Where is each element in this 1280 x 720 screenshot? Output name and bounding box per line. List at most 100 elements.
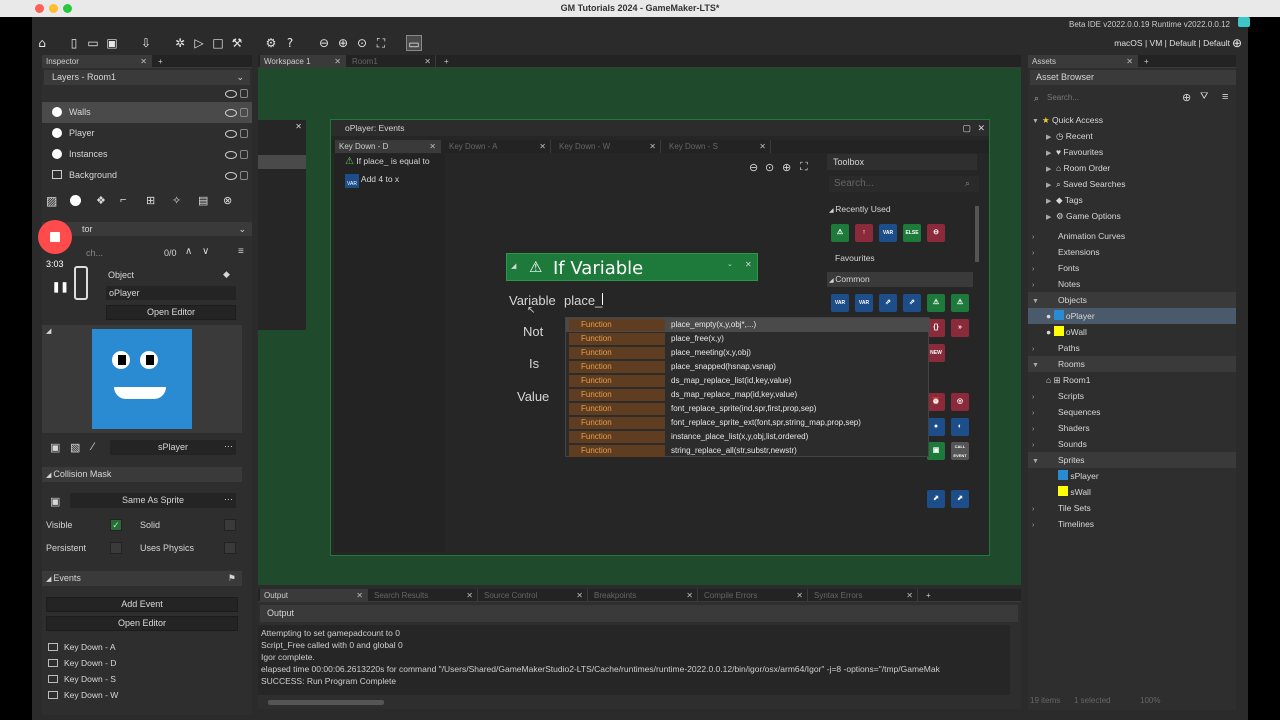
layer-row-player[interactable]: Player — [42, 123, 252, 144]
persistent-checkbox[interactable] — [110, 542, 122, 554]
search-next-icon[interactable]: ∨ — [202, 246, 209, 257]
tab-source-control[interactable]: Source Control ✕ — [480, 589, 588, 602]
collision-mask-field[interactable]: Same As Sprite — [70, 493, 236, 508]
zoom-in-icon[interactable]: ⊕ — [335, 35, 351, 51]
visible-checkbox[interactable]: ✓ — [110, 519, 122, 531]
add-event-button[interactable]: Add Event — [46, 597, 238, 612]
tree-item-splayer[interactable]: sPlayer — [1058, 468, 1099, 484]
output-scrollbar[interactable] — [268, 700, 384, 705]
layers-dropdown[interactable]: Layers - Room1 ⌄ — [44, 70, 250, 85]
more-icon[interactable]: ⋯ — [224, 494, 233, 505]
if-variable-node-header[interactable]: ◢ ⚠ If Variable ⌄ ✕ — [506, 253, 758, 281]
event-item[interactable]: Key Down - S — [48, 671, 116, 687]
add-tab-button[interactable]: + — [154, 55, 168, 68]
save-icon[interactable]: ▣ — [104, 35, 120, 51]
tab-assets[interactable]: Assets ✕ — [1028, 55, 1138, 68]
tab-key-down-d[interactable]: Key Down - D ✕ — [335, 140, 441, 153]
tab-workspace-1[interactable]: Workspace 1 ✕ — [260, 55, 346, 68]
fit-icon[interactable]: ⛶ — [800, 161, 808, 174]
autocomplete-item[interactable]: Function ds_map_replace_list(id,key,value… — [566, 374, 930, 388]
record-stop-button[interactable] — [38, 220, 72, 254]
else-icon[interactable]: ELSE — [903, 224, 921, 242]
debug-icon[interactable]: ✲ — [172, 35, 188, 51]
edit-sprite-icon[interactable]: ▣ — [50, 441, 60, 454]
tree-folder[interactable]: › Shaders — [1032, 420, 1090, 436]
jump-icon[interactable]: ⬈ — [951, 490, 969, 508]
chat-icon[interactable] — [1238, 17, 1250, 27]
call-event-icon[interactable]: CALL EVENT — [951, 442, 969, 460]
lock-icon[interactable] — [240, 108, 248, 117]
tree-item-oplayer[interactable]: ● oPlayer — [1028, 308, 1236, 324]
if-expression-icon[interactable]: ↑ — [855, 224, 873, 242]
timer-icon[interactable]: ◎ — [951, 393, 969, 411]
if-undefined-icon[interactable]: ⚠ — [951, 294, 969, 312]
events-header[interactable]: ◢ Events ⚑ — [42, 571, 242, 586]
new-sprite-icon[interactable]: ▧ — [70, 441, 80, 454]
home-icon[interactable]: ⌂ — [34, 35, 50, 51]
autocomplete-item[interactable]: Function font_replace_sprite(ind,spr,firs… — [566, 402, 930, 416]
tree-saved-searches[interactable]: ▶ ⌕ Saved Searches — [1046, 176, 1126, 192]
layer-row-background[interactable]: Background — [42, 165, 252, 186]
add-output-tab[interactable]: + — [922, 589, 936, 602]
tree-folder[interactable]: › Notes — [1032, 276, 1080, 292]
zoom-out-icon[interactable]: ⊖ — [316, 35, 332, 51]
menu-icon[interactable]: ≡ — [238, 246, 244, 257]
edit-mask-icon[interactable]: ▣ — [50, 495, 60, 508]
if-var-icon[interactable]: ⚠ — [927, 294, 945, 312]
add-background-layer-icon[interactable]: ▨ — [46, 194, 57, 208]
zoom-reset-icon[interactable]: ⊙ — [354, 35, 370, 51]
close-icon[interactable]: ✕ — [295, 122, 302, 131]
tab-key-down-w[interactable]: Key Down - W ✕ — [555, 140, 661, 153]
lock-icon[interactable] — [240, 171, 248, 180]
event-item[interactable]: Key Down - A — [48, 639, 116, 655]
toolbox-scrollbar[interactable] — [975, 206, 979, 262]
zoom-out-icon[interactable]: ⊖ — [749, 161, 758, 174]
tree-folder[interactable]: › Paths — [1032, 340, 1080, 356]
tab-room1[interactable]: Room1 ✕ — [348, 55, 436, 68]
layer-row-instances[interactable]: Instances — [42, 144, 252, 165]
close-icon[interactable]: ✕ — [745, 260, 752, 269]
add-path-layer-icon[interactable]: ⌐ — [120, 194, 126, 206]
brush-icon[interactable]: ⁄ — [92, 441, 94, 453]
close-window-icon[interactable] — [35, 4, 44, 13]
fit-icon[interactable]: ⛶ — [373, 35, 389, 51]
tab-compile-errors[interactable]: Compile Errors ✕ — [700, 589, 808, 602]
tab-output[interactable]: Output ✕ — [260, 589, 368, 602]
sprite-field[interactable]: sPlayer — [110, 440, 236, 455]
tree-folder[interactable]: › Tile Sets — [1032, 500, 1091, 516]
dropdown-icon[interactable]: ⌄ — [727, 260, 733, 268]
tree-folder-rooms[interactable]: ▼ Rooms — [1028, 356, 1236, 372]
tree-folder[interactable]: › Animation Curves — [1032, 228, 1125, 244]
search-icon[interactable]: ⌕ — [965, 178, 970, 189]
add-tile-layer-icon[interactable]: ❖ — [96, 194, 106, 207]
run-icon[interactable]: ▷ — [191, 35, 207, 51]
if-variable-icon[interactable]: ⚠ — [831, 224, 849, 242]
zoom-window-icon[interactable] — [63, 4, 72, 13]
autocomplete-item[interactable]: Function place_snapped(hsnap,vsnap) — [566, 360, 930, 374]
recently-used-header[interactable]: ◢ Recently Used — [829, 204, 891, 214]
open-event-editor-button[interactable]: Open Editor — [46, 616, 238, 631]
menu-icon[interactable]: ≡ — [1222, 91, 1228, 103]
action-item-add-x[interactable]: VAR Add 4 to x — [345, 174, 399, 188]
zoom-in-icon[interactable]: ⊕ — [782, 161, 791, 174]
help-icon[interactable]: ? — [282, 35, 298, 51]
tree-folder[interactable]: › Timelines — [1032, 516, 1094, 532]
collapse-icon[interactable]: ◢ — [511, 262, 516, 270]
stop-icon[interactable]: □ — [210, 35, 226, 51]
object-name-field[interactable]: oPlayer — [106, 286, 236, 300]
layer-row-walls[interactable]: Walls — [42, 102, 252, 123]
editor-section-header[interactable]: tor ⌄ — [42, 222, 252, 236]
tree-item-room1[interactable]: ⌂ ⊞ Room1 — [1046, 372, 1090, 388]
eye-icon[interactable] — [225, 109, 237, 117]
add-folder-icon[interactable]: ▤ — [198, 194, 208, 207]
tab-key-down-s[interactable]: Key Down - S ✕ — [665, 140, 771, 153]
lock-icon[interactable] — [240, 129, 248, 138]
tab-search-results[interactable]: Search Results ✕ — [370, 589, 478, 602]
tree-item-owall[interactable]: ● oWall — [1046, 324, 1087, 340]
lock-icon[interactable] — [240, 150, 248, 159]
assign-var-icon[interactable]: VAR — [855, 294, 873, 312]
event-item[interactable]: Key Down - W — [48, 687, 118, 703]
move-icon[interactable]: ⬈ — [927, 490, 945, 508]
function-icon[interactable]: ⊖ — [927, 224, 945, 242]
tree-folder-sprites[interactable]: ▼ Sprites — [1028, 452, 1236, 468]
